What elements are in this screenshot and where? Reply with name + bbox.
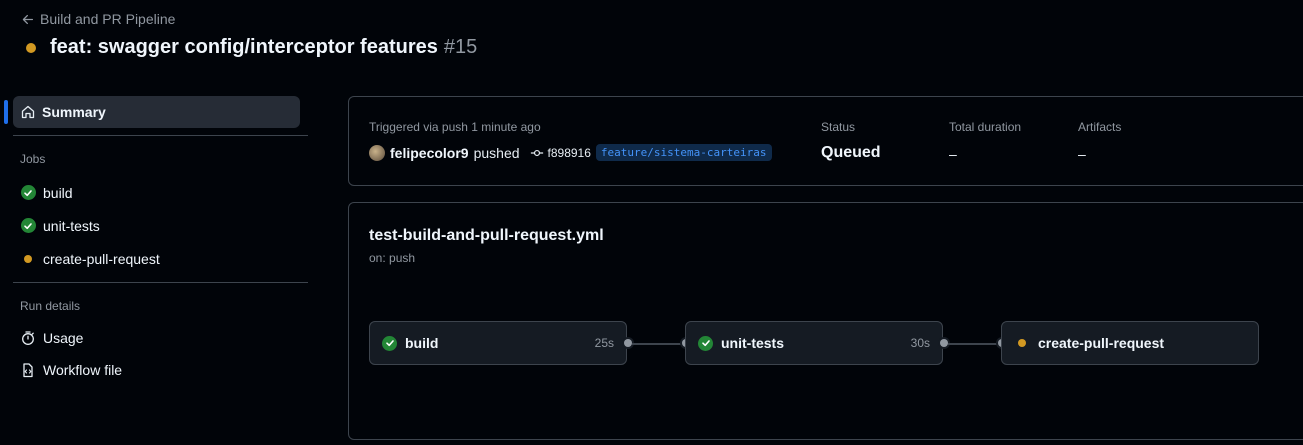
jobs-heading: Jobs [20, 152, 46, 166]
sidebar-job-label: build [43, 184, 73, 201]
sidebar-job-label: unit-tests [43, 217, 100, 234]
check-circle-icon [698, 335, 713, 351]
arrow-left-icon [22, 14, 34, 24]
home-icon [13, 104, 42, 120]
avatar[interactable] [369, 144, 385, 161]
sidebar-job-unit-tests[interactable]: unit-tests [0, 209, 308, 242]
sidebar-divider [13, 282, 308, 283]
sidebar-item-label: Summary [42, 104, 106, 120]
job-node-name: build [405, 335, 439, 351]
active-indicator [4, 100, 8, 124]
queued-dot-icon [13, 254, 43, 263]
status-label: Status [821, 120, 856, 134]
workflow-trigger: on: push [369, 251, 416, 265]
workflow-graph-card: test-build-and-pull-request.yml on: push… [348, 202, 1303, 440]
sidebar-job-label: create-pull-request [43, 250, 160, 267]
job-edge [632, 343, 682, 345]
sidebar-item-workflow-file[interactable]: Workflow file [0, 354, 308, 386]
job-node-duration: 30s [910, 336, 930, 350]
sidebar-divider [13, 135, 308, 136]
job-node-unit-tests[interactable]: unit-tests 30s [685, 321, 943, 365]
workflow-file-name[interactable]: test-build-and-pull-request.yml [369, 227, 604, 245]
job-node-name: unit-tests [721, 335, 784, 351]
job-node-duration: 25s [594, 336, 614, 350]
edge-port [624, 339, 632, 347]
sidebar-item-usage[interactable]: Usage [0, 322, 308, 354]
git-commit-icon [530, 149, 543, 156]
status-column: Status Queued [821, 120, 881, 162]
sidebar-job-build[interactable]: build [0, 176, 308, 209]
sidebar: Summary Jobs build unit-tests create-pul… [0, 96, 308, 386]
check-circle-icon [13, 218, 43, 233]
job-node-name: create-pull-request [1038, 335, 1165, 351]
duration-label: Total duration [949, 120, 1022, 134]
sidebar-item-label: Workflow file [43, 362, 123, 378]
stopwatch-icon [13, 330, 43, 346]
artifacts-column: Artifacts – [1078, 120, 1121, 162]
sidebar-item-summary[interactable]: Summary [4, 96, 300, 128]
check-circle-icon [13, 185, 43, 200]
sidebar-job-create-pull-request[interactable]: create-pull-request [0, 242, 308, 275]
sidebar-item-label: Usage [43, 330, 84, 346]
check-circle-icon [382, 335, 397, 351]
duration-column: Total duration – [949, 120, 1021, 162]
push-action: pushed [473, 144, 520, 161]
back-link[interactable]: Build and PR Pipeline [21, 11, 175, 27]
user-link[interactable]: felipecolor9 [390, 145, 469, 161]
queued-dot-icon [1018, 339, 1026, 347]
job-node-build[interactable]: build 25s [369, 321, 627, 365]
file-code-icon [13, 362, 43, 378]
artifacts-value: – [1078, 146, 1086, 162]
job-node-create-pull-request[interactable]: create-pull-request [1001, 321, 1259, 365]
trigger-info: Triggered via push 1 minute ago [369, 120, 541, 134]
back-link-label: Build and PR Pipeline [40, 11, 176, 27]
commit-sha-link[interactable]: f898916 [548, 146, 591, 160]
run-number: #15 [443, 36, 478, 58]
page-title-row: feat: swagger config/interceptor feature… [26, 36, 477, 59]
artifacts-label: Artifacts [1078, 120, 1122, 134]
run-summary-card: Triggered via push 1 minute ago felipeco… [348, 96, 1303, 186]
duration-value: – [949, 146, 957, 162]
branch-badge[interactable]: feature/sistema-carteiras [595, 144, 772, 161]
status-value: Queued [821, 144, 881, 161]
push-info: felipecolor9 pushed f898916 feature/sist… [369, 144, 772, 161]
run-details-heading: Run details [20, 299, 81, 313]
job-edge [948, 343, 998, 345]
queued-status-icon [26, 42, 36, 53]
edge-port [940, 339, 948, 347]
page-title: feat: swagger config/interceptor feature… [50, 36, 438, 58]
